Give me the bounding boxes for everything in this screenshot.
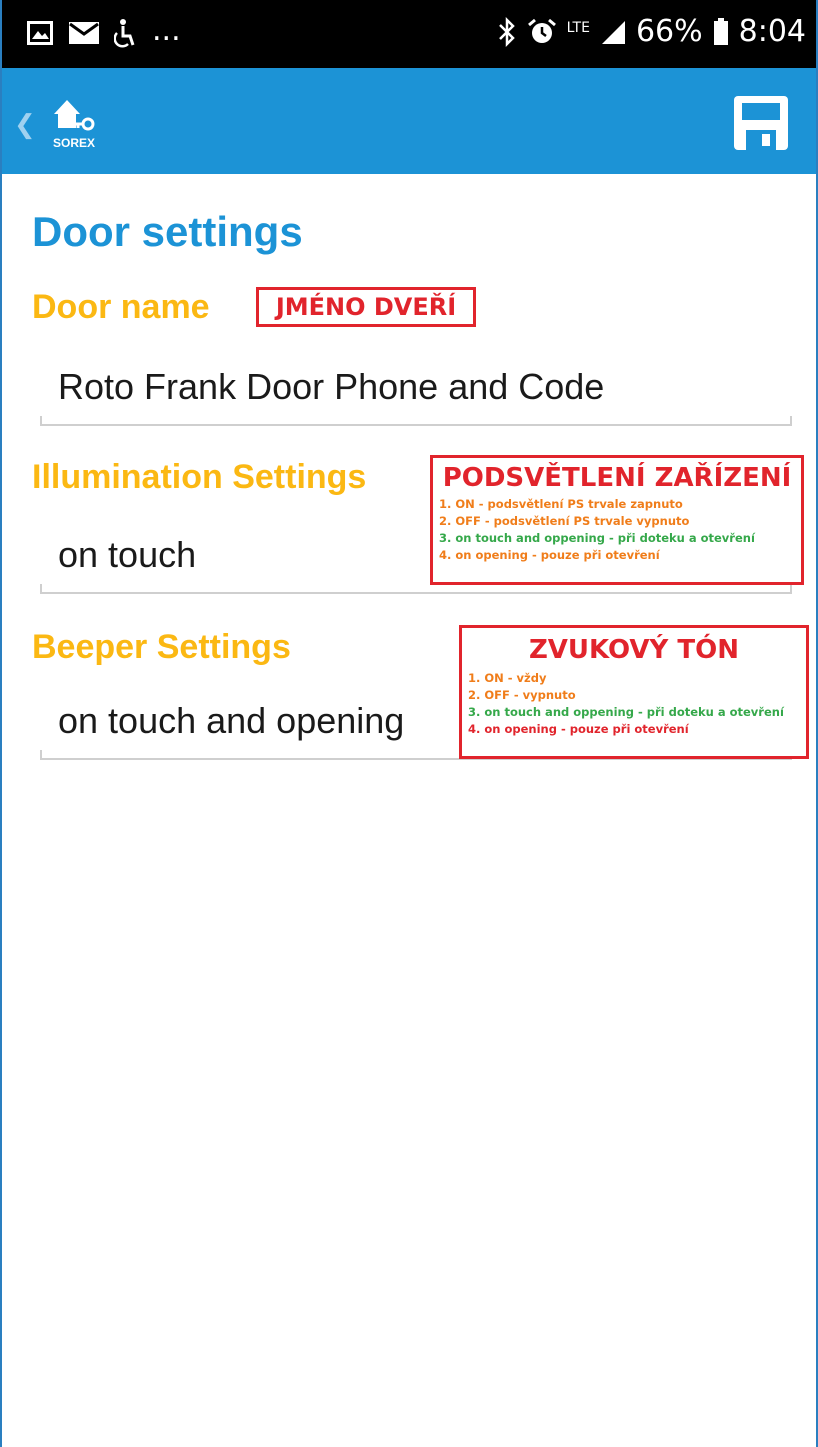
home-key-icon [54, 100, 95, 131]
door-name-annotation-title: JMÉNO DVEŘÍ [275, 293, 457, 321]
illumination-value: on touch [58, 534, 197, 575]
mail-notification-icon [69, 22, 99, 44]
accessibility-icon [114, 19, 135, 48]
app-toolbar: ❮ SOREX [0, 68, 818, 174]
floppy-disk-icon[interactable] [732, 94, 790, 152]
beeper-annotation: ZVUKOVÝ TÓN 1. ON - vždy 2. OFF - vypnut… [459, 625, 809, 759]
illumination-label: Illumination Settings [32, 458, 367, 496]
image-notification-icon [27, 21, 53, 45]
clock: 8:04 [738, 14, 806, 49]
status-bar-left: ... [26, 13, 181, 48]
door-name-label: Door name [32, 288, 210, 326]
overflow-notifications: ... [152, 12, 181, 48]
illumination-annotation: PODSVĚTLENÍ ZAŘÍZENÍ 1. ON - podsvětlení… [430, 455, 804, 585]
door-name-field[interactable]: Roto Frank Door Phone and Code [40, 360, 792, 426]
illumination-option-3: 3. on touch and oppening - při doteku a … [439, 531, 755, 545]
sorex-logo[interactable]: SOREX [44, 94, 104, 154]
logo-text: SOREX [52, 136, 95, 150]
illumination-annotation-title: PODSVĚTLENÍ ZAŘÍZENÍ [442, 463, 792, 493]
lte-icon: LTE [566, 19, 590, 36]
illumination-option-1: 1. ON - podsvětlení PS trvale zapnuto [439, 497, 683, 511]
bluetooth-icon [498, 16, 515, 47]
beeper-annotation-title: ZVUKOVÝ TÓN [528, 635, 740, 665]
page-title: Door settings [32, 208, 303, 255]
beeper-option-4: 4. on opening - pouze při otevření [468, 722, 689, 736]
chevron-left-icon[interactable]: ❮ [14, 110, 36, 140]
beeper-option-3: 3. on touch and oppening - při doteku a … [468, 705, 784, 719]
door-name-value: Roto Frank Door Phone and Code [58, 366, 605, 407]
door-name-annotation: JMÉNO DVEŘÍ [256, 287, 476, 327]
illumination-option-2: 2. OFF - podsvětlení PS trvale vypnuto [439, 514, 690, 528]
beeper-option-2: 2. OFF - vypnuto [468, 688, 576, 702]
beeper-label: Beeper Settings [32, 628, 291, 666]
alarm-icon [527, 18, 556, 43]
battery-icon [713, 17, 728, 45]
beeper-value: on touch and opening [58, 700, 405, 741]
signal-icon [601, 20, 625, 44]
battery-percent: 66% [635, 14, 703, 49]
status-bar-right: LTE 66% 8:04 [497, 14, 806, 49]
beeper-option-1: 1. ON - vždy [468, 671, 547, 685]
illumination-option-4: 4. on opening - pouze při otevření [439, 548, 660, 562]
status-bar: ... LTE 66% 8:04 [0, 0, 818, 68]
